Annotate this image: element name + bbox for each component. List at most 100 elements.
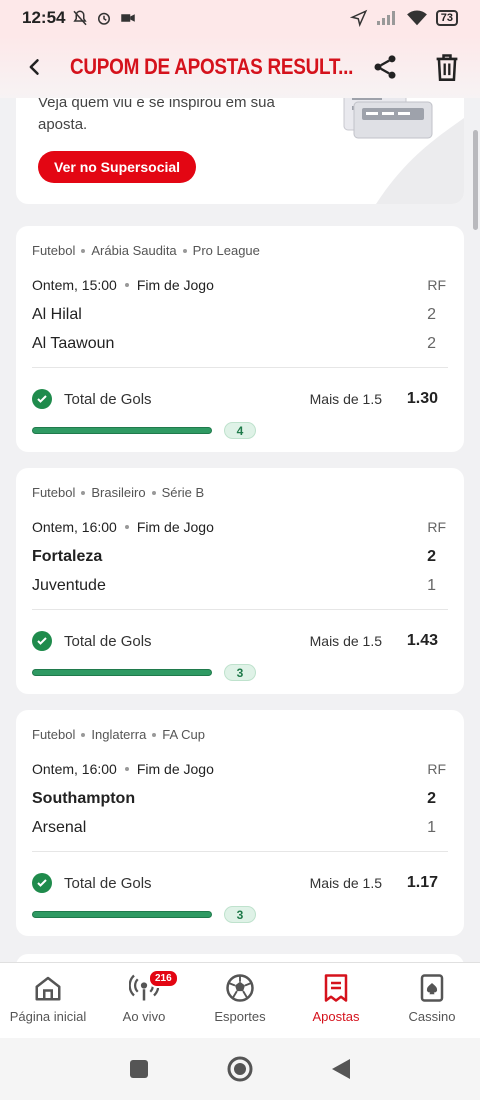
divider <box>32 851 448 852</box>
event-breadcrumb: Futebol Arábia Saudita Pro League <box>32 243 260 258</box>
back-arrow-icon <box>29 59 39 75</box>
nav-item-sports[interactable]: Esportes <box>192 963 288 1038</box>
system-nav-bar <box>0 1038 480 1100</box>
selection-label: Mais de 1.5 <box>309 391 382 407</box>
bottom-nav: Página inicial 216 Ao vivo Esportes Apos… <box>0 962 480 1038</box>
check-icon <box>32 873 52 893</box>
nav-item-home[interactable]: Página inicial <box>0 963 96 1038</box>
total-goals-badge: 3 <box>224 906 256 923</box>
recents-button-icon[interactable] <box>128 1058 150 1080</box>
home-score: 2 <box>427 306 436 323</box>
sport-label: Futebol <box>32 485 76 500</box>
alarm-icon <box>98 12 111 25</box>
trash-icon <box>436 54 458 81</box>
match-time: Ontem, 16:00 Fim de Jogo <box>32 761 214 777</box>
cards-icon <box>420 974 444 1002</box>
match-status: Fim de Jogo <box>136 277 214 293</box>
nav-label: Ao vivo <box>122 1009 166 1024</box>
country-label: Inglaterra <box>91 727 147 742</box>
market-label: Total de Gols <box>64 633 152 650</box>
market-label: Total de Gols <box>64 875 152 892</box>
nav-label: Apostas <box>312 1009 360 1024</box>
nav-label: Página inicial <box>9 1009 87 1024</box>
battery-icon: 73 <box>435 10 458 26</box>
odd-value: 1.30 <box>406 390 438 407</box>
delete-button[interactable] <box>428 48 466 86</box>
away-team: Juventude <box>32 577 106 594</box>
divider <box>32 367 448 368</box>
live-count-badge: 216 <box>148 969 179 988</box>
away-team: Al Taawoun <box>32 335 115 352</box>
event-breadcrumb: Futebol Brasileiro Série B <box>32 485 204 500</box>
nav-item-bets[interactable]: Apostas <box>288 963 384 1038</box>
match-datetime: Ontem, 15:00 <box>32 277 117 293</box>
bet-card[interactable]: Futebol Inglaterra FA Cup Ontem, 16:00 F… <box>16 710 464 936</box>
home-team: Southampton <box>32 790 136 807</box>
back-button[interactable] <box>0 36 70 98</box>
sport-label: Futebol <box>32 727 76 742</box>
home-icon <box>35 976 61 1001</box>
match-time: Ontem, 15:00 Fim de Jogo <box>32 277 214 293</box>
share-button[interactable] <box>366 48 404 86</box>
sport-label: Futebol <box>32 243 76 258</box>
period-label: RF <box>427 519 446 535</box>
away-score: 2 <box>427 335 436 352</box>
scrollbar[interactable] <box>473 130 478 230</box>
match-datetime: Ontem, 16:00 <box>32 761 117 777</box>
league-label: FA Cup <box>162 727 205 742</box>
league-label: Pro League <box>192 243 260 258</box>
progress-bar <box>32 911 212 918</box>
match-time: Ontem, 16:00 Fim de Jogo <box>32 519 214 535</box>
supersocial-button[interactable]: Ver no Supersocial <box>38 151 197 183</box>
odd-value: 1.43 <box>406 632 438 649</box>
away-score: 1 <box>427 819 436 836</box>
total-goals-badge: 3 <box>224 664 256 681</box>
country-label: Brasileiro <box>91 485 146 500</box>
nav-item-live[interactable]: 216 Ao vivo <box>96 963 192 1038</box>
location-icon <box>349 9 367 27</box>
selection-label: Mais de 1.5 <box>309 875 382 891</box>
match-status: Fim de Jogo <box>136 519 214 535</box>
mute-icon <box>73 10 88 26</box>
selection-label: Mais de 1.5 <box>309 633 382 649</box>
wifi-icon <box>406 10 427 26</box>
home-team: Fortaleza <box>32 548 103 565</box>
divider <box>32 609 448 610</box>
back-button-icon[interactable] <box>330 1057 352 1081</box>
supersocial-illustration-icon <box>343 98 464 204</box>
page-title: CUPOM DE APOSTAS RESULT... <box>70 54 354 79</box>
bet-card-partial[interactable] <box>16 954 464 962</box>
bet-card[interactable]: Futebol Brasileiro Série B Ontem, 16:00 … <box>16 468 464 694</box>
share-icon <box>374 55 396 79</box>
signal-icon <box>376 11 395 25</box>
home-score: 2 <box>427 548 436 565</box>
bet-slip-content[interactable]: Veja quem viu e se inspirou em sua apost… <box>0 98 480 962</box>
supersocial-card: Veja quem viu e se inspirou em sua apost… <box>16 98 464 204</box>
nav-label: Esportes <box>214 1009 266 1024</box>
home-team: Al Hilal <box>32 306 82 323</box>
league-label: Série B <box>161 485 205 500</box>
soccer-ball-icon <box>226 974 254 1002</box>
supersocial-description: Veja quem viu e se inspirou em sua apost… <box>38 98 275 133</box>
bet-slip-icon <box>324 974 348 1002</box>
progress-bar <box>32 669 212 676</box>
bet-card[interactable]: Futebol Arábia Saudita Pro League Ontem,… <box>16 226 464 452</box>
check-icon <box>32 389 52 409</box>
event-breadcrumb: Futebol Inglaterra FA Cup <box>32 727 205 742</box>
status-bar: 12:54 73 <box>0 0 480 36</box>
away-team: Arsenal <box>32 819 87 836</box>
nav-label: Cassino <box>408 1009 456 1024</box>
check-icon <box>32 631 52 651</box>
status-time: 12:54 <box>22 8 66 27</box>
market-label: Total de Gols <box>64 391 152 408</box>
home-button-icon[interactable] <box>226 1055 254 1083</box>
country-label: Arábia Saudita <box>91 243 177 258</box>
match-datetime: Ontem, 16:00 <box>32 519 117 535</box>
away-score: 1 <box>427 577 436 594</box>
app-header: CUPOM DE APOSTAS RESULT... <box>0 36 480 98</box>
home-score: 2 <box>427 790 436 807</box>
odd-value: 1.17 <box>406 874 438 891</box>
period-label: RF <box>427 761 446 777</box>
nav-item-casino[interactable]: Cassino <box>384 963 480 1038</box>
progress-bar <box>32 427 212 434</box>
